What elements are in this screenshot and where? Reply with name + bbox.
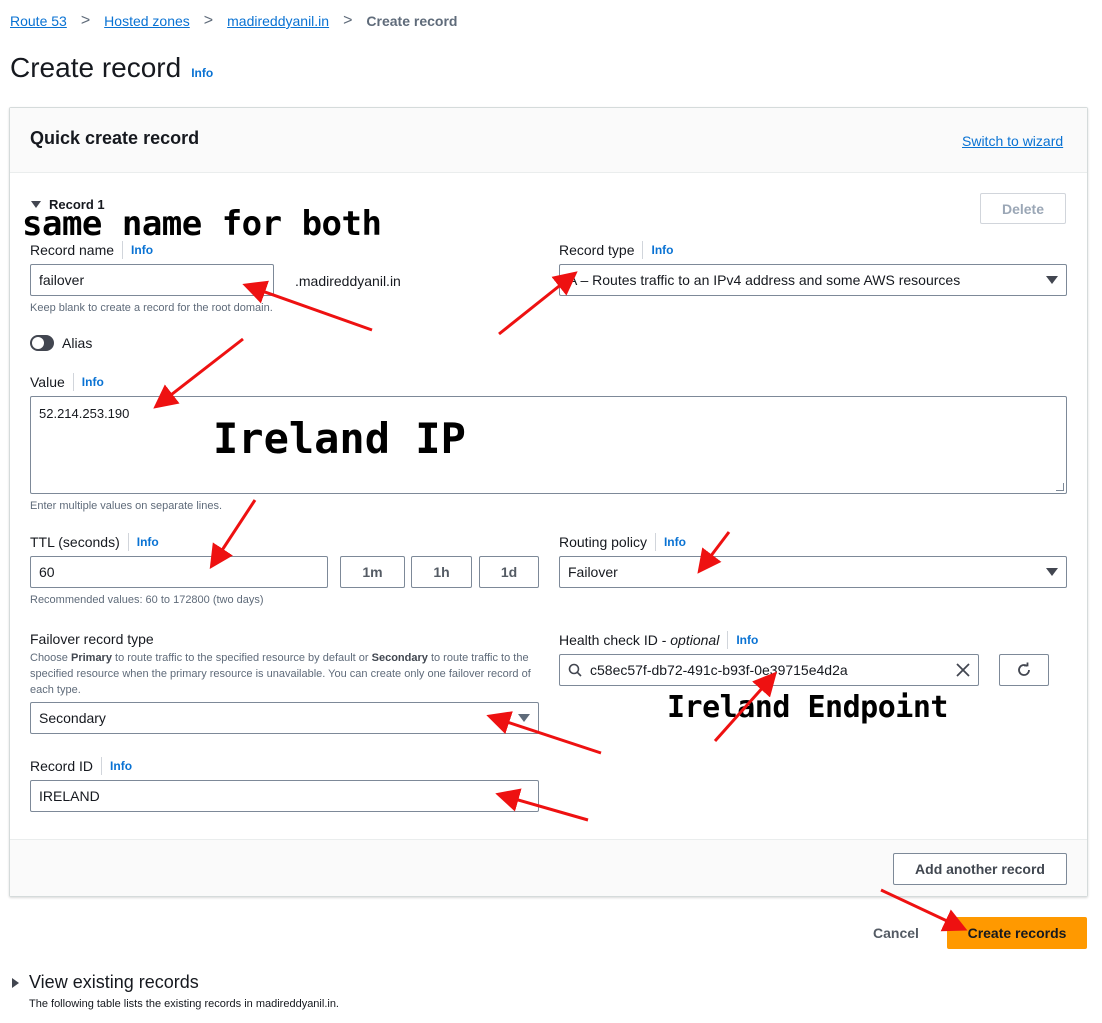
arrow-to-ttl [209, 499, 257, 570]
arrow-to-record-name [242, 280, 373, 332]
arrow-to-failover-type [486, 711, 602, 755]
annotation-arrows [153, 271, 968, 932]
arrow-to-health-check [713, 671, 777, 742]
arrow-to-record-type [498, 271, 578, 336]
arrow-to-record-id [495, 788, 589, 822]
arrow-to-create-records [880, 888, 968, 932]
arrow-to-value [153, 337, 244, 409]
arrow-to-routing-policy [697, 531, 731, 574]
